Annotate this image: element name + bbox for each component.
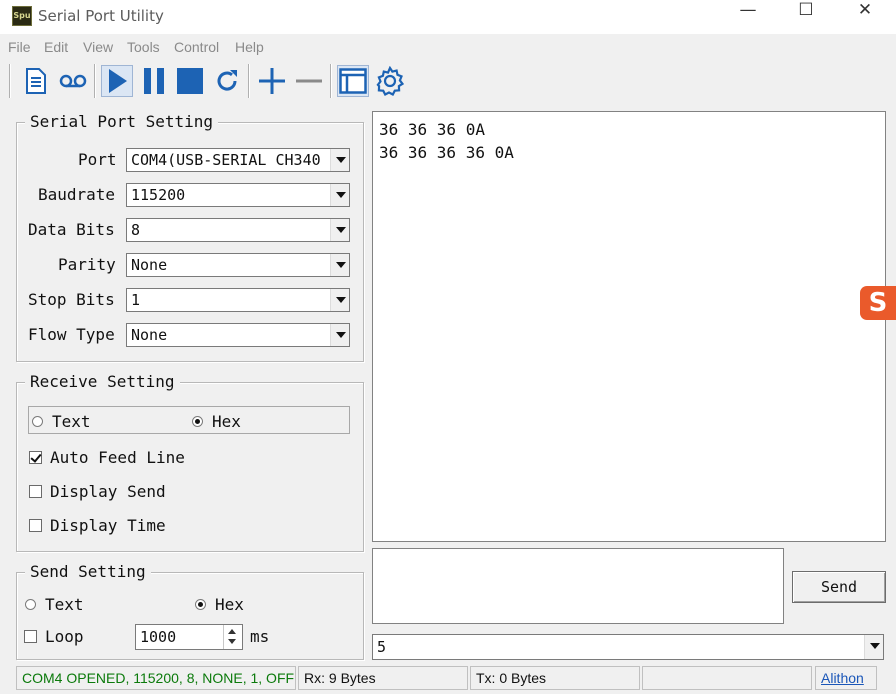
app-window: Spu Serial Port Utility — ☐ ✕ File Edit … [0,0,896,694]
maximize-button[interactable]: ☐ [783,0,829,32]
refresh-icon[interactable] [211,65,243,97]
baudrate-label: Baudrate [38,185,116,204]
spin-up-icon[interactable] [228,629,236,634]
menu-tools[interactable]: Tools [127,39,160,55]
send-setting-title: Send Setting [25,562,151,581]
loop-interval-spinbox[interactable]: 1000 [135,624,243,650]
stop-bits-label: Stop Bits [28,290,115,309]
display-send-label[interactable]: Display Send [50,482,166,501]
display-time-label[interactable]: Display Time [50,516,166,535]
chevron-down-icon[interactable] [330,324,350,346]
serial-port-setting-title: Serial Port Setting [25,112,219,131]
new-document-icon[interactable] [20,65,52,97]
close-button[interactable]: ✕ [842,0,888,32]
remove-icon[interactable] [293,65,325,97]
parity-label: Parity [58,255,116,274]
toolbar-separator [94,64,96,98]
baudrate-select[interactable]: 115200 [126,183,350,207]
receive-text-label[interactable]: Text [52,412,91,431]
settings-icon[interactable] [374,65,406,97]
loop-interval-value: 1000 [140,628,177,646]
spin-arrows[interactable] [223,625,242,649]
toolbar-separator [330,64,332,98]
data-bits-label: Data Bits [28,220,115,239]
loop-label[interactable]: Loop [45,627,84,646]
menu-file[interactable]: File [8,39,31,55]
record-icon[interactable] [57,65,89,97]
send-history-value: 5 [377,638,387,656]
port-select[interactable]: COM4(USB-SERIAL CH340 [126,148,350,172]
send-hex-radio[interactable] [195,599,206,610]
auto-feed-line-checkbox[interactable] [29,451,42,464]
stop-bits-select[interactable]: 1 [126,288,350,312]
toolbar [0,62,896,100]
data-bits-value: 8 [131,221,141,239]
send-textarea[interactable] [372,548,784,624]
play-icon[interactable] [101,65,133,97]
flow-type-select[interactable]: None [126,323,350,347]
chevron-down-icon[interactable] [330,184,350,206]
interval-unit-label: ms [250,627,270,646]
receive-text-radio[interactable] [32,416,43,427]
receive-hex-label[interactable]: Hex [212,412,241,431]
data-bits-select[interactable]: 8 [126,218,350,242]
stop-icon[interactable] [174,65,206,97]
tx-counter: Tx: 0 Bytes [470,666,640,690]
receive-line: 36 36 36 0A [379,120,485,139]
send-text-radio[interactable] [25,599,36,610]
display-time-checkbox[interactable] [29,519,42,532]
stop-bits-value: 1 [131,291,141,309]
send-text-label[interactable]: Text [45,595,84,614]
connection-status: COM4 OPENED, 115200, 8, NONE, 1, OFF [16,666,296,690]
receive-line: 36 36 36 36 0A [379,143,514,162]
chevron-down-icon[interactable] [330,289,350,311]
brand-link[interactable]: Alithon [815,666,877,690]
add-icon[interactable] [256,65,288,97]
receive-hex-radio[interactable] [192,416,203,427]
menu-control[interactable]: Control [174,39,219,55]
send-hex-label[interactable]: Hex [215,595,244,614]
flow-type-value: None [131,326,168,344]
port-value: COM4(USB-SERIAL CH340 [131,151,321,169]
chevron-down-icon[interactable] [330,219,350,241]
loop-checkbox[interactable] [24,630,37,643]
port-label: Port [78,150,117,169]
toolbar-separator [248,64,250,98]
menu-help[interactable]: Help [235,39,264,55]
display-send-checkbox[interactable] [29,485,42,498]
app-icon: Spu [12,6,32,26]
receive-textarea[interactable]: 36 36 36 0A 36 36 36 36 0A [372,111,886,542]
window-title: Serial Port Utility [38,7,164,25]
flow-type-label: Flow Type [28,325,115,344]
send-history-select[interactable]: 5 [372,634,884,660]
status-empty-cell [642,666,812,690]
spin-down-icon[interactable] [228,639,236,644]
baudrate-value: 115200 [131,186,186,204]
rx-counter: Rx: 9 Bytes [298,666,468,690]
auto-feed-line-label[interactable]: Auto Feed Line [50,448,185,467]
parity-value: None [131,256,168,274]
input-method-icon[interactable]: S [860,286,896,320]
menu-bar: File Edit View Tools Control Help [0,37,896,59]
chevron-down-icon[interactable] [864,635,884,659]
pause-icon[interactable] [138,65,170,97]
toolbar-grip [9,64,11,98]
parity-select[interactable]: None [126,253,350,277]
menu-view[interactable]: View [83,39,113,55]
window-icon[interactable] [337,65,369,97]
title-bar: Spu Serial Port Utility — ☐ ✕ [0,0,896,34]
chevron-down-icon[interactable] [330,254,350,276]
chevron-down-icon[interactable] [330,149,350,171]
menu-edit[interactable]: Edit [44,39,68,55]
minimize-button[interactable]: — [725,0,771,32]
send-button[interactable]: Send [792,571,886,603]
status-bar: COM4 OPENED, 115200, 8, NONE, 1, OFF Rx:… [0,664,896,694]
receive-setting-title: Receive Setting [25,372,180,391]
